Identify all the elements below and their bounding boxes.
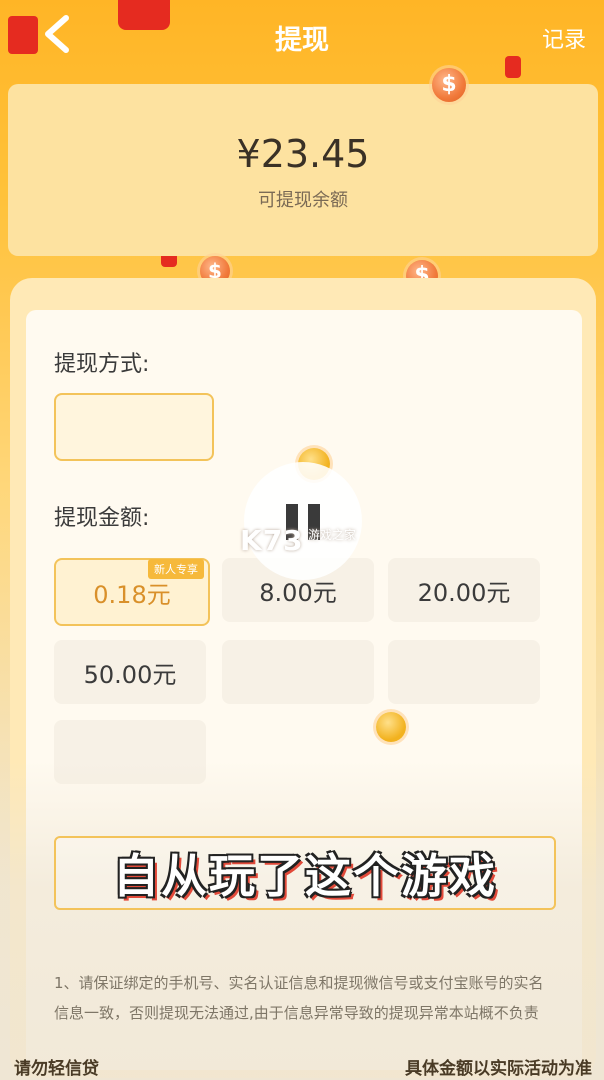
bottom-caption-left: 请勿轻信贷 [14, 1059, 99, 1079]
watermark-text: 游戏之家 [308, 528, 357, 542]
video-subtitle: 自从玩了这个游戏 [54, 836, 556, 910]
amount-value: 0.18元 [93, 580, 171, 609]
withdraw-notice: 1、请保证绑定的手机号、实名认证信息和提现微信号或支付宝账号的实名信息一致，否则… [54, 974, 544, 1022]
amount-option-20[interactable]: 20.00元 [388, 558, 540, 622]
amount-value: 50.00元 [83, 660, 177, 689]
bottom-caption-right: 具体金额以实际活动为准 [405, 1059, 592, 1079]
amount-option-empty[interactable] [388, 640, 540, 704]
amount-option-50[interactable]: 50.00元 [54, 640, 206, 704]
pause-button[interactable] [244, 462, 362, 580]
withdraw-amount-label: 提现金额: [54, 506, 150, 531]
watermark-logo: K73 [240, 524, 304, 557]
balance-card: ¥23.45 可提现余额 [8, 84, 598, 256]
records-link[interactable]: 记录 [542, 22, 586, 54]
coin-icon [376, 712, 406, 742]
payment-method-option[interactable] [54, 393, 214, 461]
video-overlay [0, 760, 604, 1080]
balance-amount: ¥23.45 [236, 132, 370, 176]
page-title: 提现 [275, 25, 329, 56]
amount-option-0-18[interactable]: 0.18元 新人专享 [54, 558, 210, 626]
red-packet-icon [118, 0, 170, 30]
amount-value: 20.00元 [417, 578, 511, 607]
amount-option-empty[interactable] [222, 640, 374, 704]
new-user-badge: 新人专享 [148, 559, 204, 579]
red-packet-icon [505, 56, 521, 78]
bottom-caption: 请勿轻信贷 具体金额以实际活动为准 [0, 1050, 604, 1080]
withdraw-method-label: 提现方式: [54, 352, 150, 377]
dollar-coin-icon: $ [432, 68, 466, 102]
balance-label: 可提现余额 [258, 190, 348, 211]
